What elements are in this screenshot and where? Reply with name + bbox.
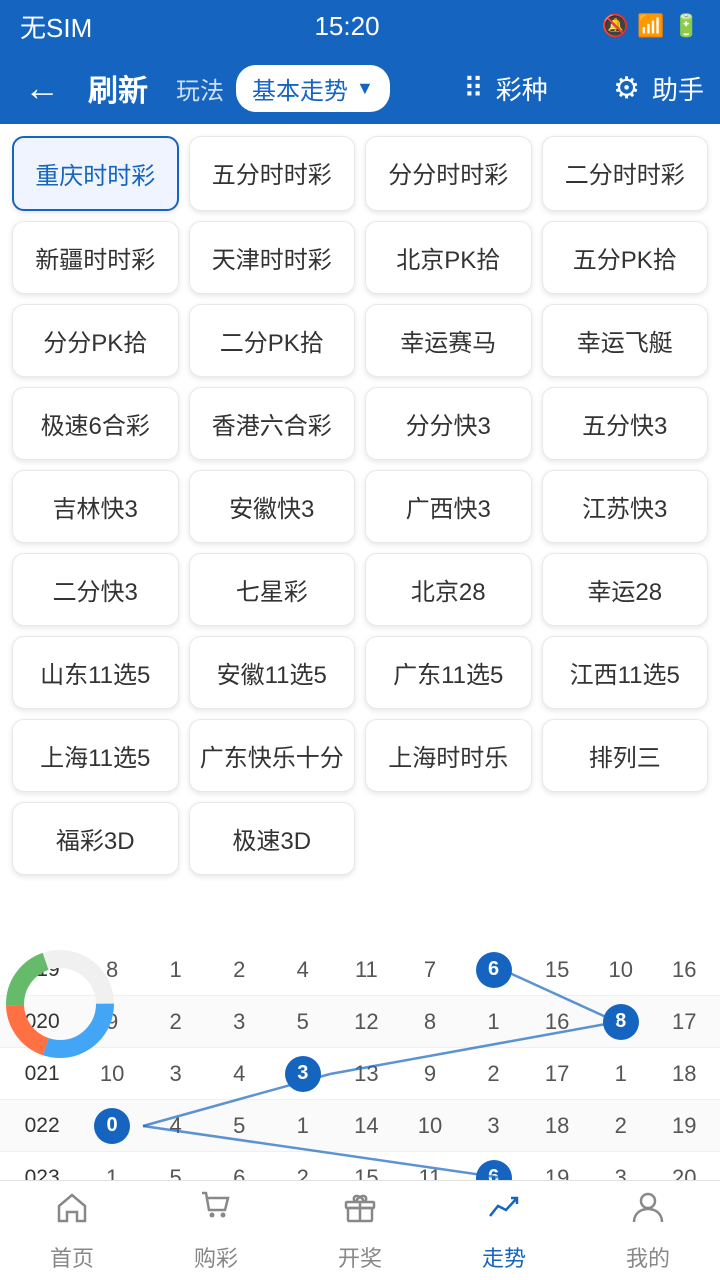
bottom-nav: 首页 购彩 开奖 xyxy=(0,1180,720,1280)
lottery-item-item-17[interactable]: 吉林快3 xyxy=(12,470,179,543)
lottery-item-item-2[interactable]: 五分时时彩 xyxy=(189,136,356,211)
lottery-item-item-29[interactable]: 上海11选5 xyxy=(12,719,179,792)
lottery-item-item-10[interactable]: 二分PK拾 xyxy=(189,304,356,377)
status-icons: 🔕 📶 🔋 xyxy=(602,13,700,39)
lottery-item-item-9[interactable]: 分分PK拾 xyxy=(12,304,179,377)
nav-mine-label: 我的 xyxy=(626,1241,670,1273)
lottery-item-item-23[interactable]: 北京28 xyxy=(365,553,532,626)
lottery-item-item-6[interactable]: 天津时时彩 xyxy=(189,221,356,294)
nav-trend[interactable]: 走势 xyxy=(432,1181,576,1280)
lottery-grid: 重庆时时彩五分时时彩分分时时彩二分时时彩新疆时时彩天津时时彩北京PK拾五分PK拾… xyxy=(12,136,708,875)
lottery-item-item-27[interactable]: 广东11选5 xyxy=(365,636,532,709)
lottery-item-item-24[interactable]: 幸运28 xyxy=(542,553,709,626)
user-icon xyxy=(629,1188,667,1235)
lottery-item-item-32[interactable]: 排列三 xyxy=(542,719,709,792)
caizong-label[interactable]: 彩种 xyxy=(496,70,548,107)
lottery-item-item-20[interactable]: 江苏快3 xyxy=(542,470,709,543)
lottery-item-item-1[interactable]: 重庆时时彩 xyxy=(12,136,179,211)
lottery-item-item-13[interactable]: 极速6合彩 xyxy=(12,387,179,460)
refresh-button[interactable]: 刷新 xyxy=(80,58,156,118)
lottery-item-item-26[interactable]: 安徽11选5 xyxy=(189,636,356,709)
lottery-item-item-19[interactable]: 广西快3 xyxy=(365,470,532,543)
lottery-item-item-25[interactable]: 山东11选5 xyxy=(12,636,179,709)
nav-lottery[interactable]: 开奖 xyxy=(288,1181,432,1280)
nav-lottery-label: 开奖 xyxy=(338,1241,382,1273)
lottery-item-item-14[interactable]: 香港六合彩 xyxy=(189,387,356,460)
lottery-item-item-7[interactable]: 北京PK拾 xyxy=(365,221,532,294)
lottery-item-item-28[interactable]: 江西11选5 xyxy=(542,636,709,709)
lottery-item-item-31[interactable]: 上海时时乐 xyxy=(365,719,532,792)
grid-icon: ⠿ xyxy=(463,72,484,105)
gear-icon[interactable]: ⚙ xyxy=(613,71,640,106)
nav-home-label: 首页 xyxy=(50,1241,94,1273)
trend-dropdown[interactable]: 基本走势 ▼ xyxy=(236,65,390,112)
nav-buy-label: 购彩 xyxy=(194,1241,238,1273)
lottery-item-item-12[interactable]: 幸运飞艇 xyxy=(542,304,709,377)
status-bar: 无SIM 15:20 🔕 📶 🔋 xyxy=(0,0,720,52)
gift-icon xyxy=(341,1188,379,1235)
dropdown-label: 基本走势 xyxy=(252,71,348,106)
nav-mine[interactable]: 我的 xyxy=(576,1181,720,1280)
lottery-item-item-11[interactable]: 幸运赛马 xyxy=(365,304,532,377)
wifi-icon: 📶 xyxy=(637,13,664,39)
lottery-item-item-33[interactable]: 福彩3D xyxy=(12,802,179,875)
bell-muted-icon: 🔕 xyxy=(602,13,629,39)
header: ← 刷新 玩法 基本走势 ▼ ⠿ 彩种 ⚙ 助手 xyxy=(0,52,720,124)
table-row: 023 1 5 6 2 15 11 6 19 3 20 xyxy=(0,1152,720,1180)
table-row: 022 0 4 5 1 14 10 3 18 2 19 xyxy=(0,1100,720,1152)
time-label: 15:20 xyxy=(92,11,602,42)
nav-trend-label: 走势 xyxy=(482,1241,526,1273)
lottery-overlay: 重庆时时彩五分时时彩分分时时彩二分时时彩新疆时时彩天津时时彩北京PK拾五分PK拾… xyxy=(0,124,720,887)
lottery-item-item-21[interactable]: 二分快3 xyxy=(12,553,179,626)
lottery-item-item-16[interactable]: 五分快3 xyxy=(542,387,709,460)
lottery-item-item-30[interactable]: 广东快乐十分 xyxy=(189,719,356,792)
chevron-down-icon: ▼ xyxy=(356,78,374,99)
helper-label[interactable]: 助手 xyxy=(652,70,704,107)
lottery-item-item-5[interactable]: 新疆时时彩 xyxy=(12,221,179,294)
lottery-item-item-4[interactable]: 二分时时彩 xyxy=(542,136,709,211)
battery-icon: 🔋 xyxy=(673,13,700,39)
trend-icon xyxy=(485,1188,523,1235)
home-icon xyxy=(53,1188,91,1235)
carrier-label: 无SIM xyxy=(20,8,92,45)
lottery-item-item-3[interactable]: 分分时时彩 xyxy=(365,136,532,211)
lottery-item-item-8[interactable]: 五分PK拾 xyxy=(542,221,709,294)
nav-buy[interactable]: 购彩 xyxy=(144,1181,288,1280)
cart-icon xyxy=(197,1188,235,1235)
lottery-item-item-34[interactable]: 极速3D xyxy=(189,802,356,875)
nav-home[interactable]: 首页 xyxy=(0,1181,144,1280)
lottery-item-item-18[interactable]: 安徽快3 xyxy=(189,470,356,543)
play-label: 玩法 xyxy=(176,71,224,106)
back-button[interactable]: ← xyxy=(16,59,68,117)
lottery-item-item-22[interactable]: 七星彩 xyxy=(189,553,356,626)
lottery-item-item-15[interactable]: 分分快3 xyxy=(365,387,532,460)
